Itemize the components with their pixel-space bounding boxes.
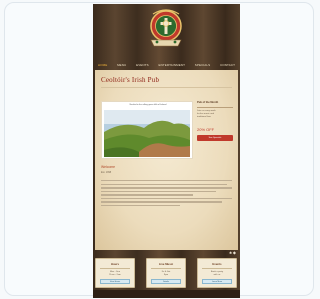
content-footer-strip: ♣ ◆: [95, 250, 238, 256]
feature-boxes: Hours Mon - Sun 11am - 2am View Hours Li…: [93, 258, 240, 290]
hills-landscape-image: [104, 110, 190, 157]
nav-item-entertainment[interactable]: ENTERTAINMENT: [158, 63, 185, 67]
site-header: HOME MENU EVENTS ENTERTAINMENT SPECIALS …: [93, 4, 240, 67]
body-text-block: [101, 180, 232, 209]
nav-item-menu[interactable]: MENU: [117, 63, 126, 67]
sidebar-divider: [197, 107, 233, 108]
content-panel: Ceoltóir's Irish Pub Nestled in the roll…: [95, 70, 238, 250]
feature-box-divider: [151, 268, 181, 269]
feature-box-hours: Hours Mon - Sun 11am - 2am View Hours: [95, 258, 135, 288]
feature-box-button[interactable]: Learn More: [202, 279, 232, 284]
feature-box-text: with us: [213, 274, 221, 276]
section-heading: Welcome: [101, 165, 116, 169]
page-title: Ceoltóir's Irish Pub: [101, 76, 160, 84]
feature-box-heading: Hours: [110, 262, 120, 266]
pub-logo-icon[interactable]: [148, 7, 184, 49]
section-subheading: Est. 1998: [101, 171, 112, 174]
hero-photo-frame: Nestled in the rolling green hills of Ir…: [101, 101, 193, 159]
feature-box-text: 11am - 2am: [109, 274, 121, 276]
feature-box-divider: [100, 268, 130, 269]
feature-box-events: Events Book a party with us Learn More: [197, 258, 237, 288]
site-footer: [93, 290, 240, 298]
main-nav: HOME MENU EVENTS ENTERTAINMENT SPECIALS …: [93, 60, 240, 70]
promo-text: 20% OFF: [197, 127, 215, 132]
sidebar-heading: Pub of the Month: [197, 101, 219, 104]
nav-item-events[interactable]: EVENTS: [136, 63, 149, 67]
nav-item-contact[interactable]: CONTACT: [220, 63, 235, 67]
feature-box-live-music: Live Music Fri & Sat 9pm Details: [146, 258, 186, 288]
photo-caption: Nestled in the rolling green hills of Ir…: [129, 104, 167, 106]
feature-box-button[interactable]: Details: [151, 279, 181, 284]
sidebar-widget: Pub of the Month Join us every week for …: [197, 101, 233, 163]
social-icons[interactable]: ♣ ◆: [229, 250, 236, 255]
feature-box-divider: [202, 268, 232, 269]
feature-box-text: 9pm: [163, 274, 169, 276]
feature-box-button[interactable]: View Hours: [100, 279, 130, 284]
title-divider: [101, 87, 232, 88]
nav-item-specials[interactable]: SPECIALS: [195, 63, 210, 67]
specials-button[interactable]: See Specials: [197, 135, 233, 141]
feature-box-heading: Events: [212, 262, 222, 266]
nav-item-home[interactable]: HOME: [98, 63, 107, 67]
website-preview: HOME MENU EVENTS ENTERTAINMENT SPECIALS …: [93, 4, 240, 298]
sidebar-line-3: traditional fare: [197, 116, 211, 118]
feature-box-heading: Live Music: [158, 262, 174, 266]
